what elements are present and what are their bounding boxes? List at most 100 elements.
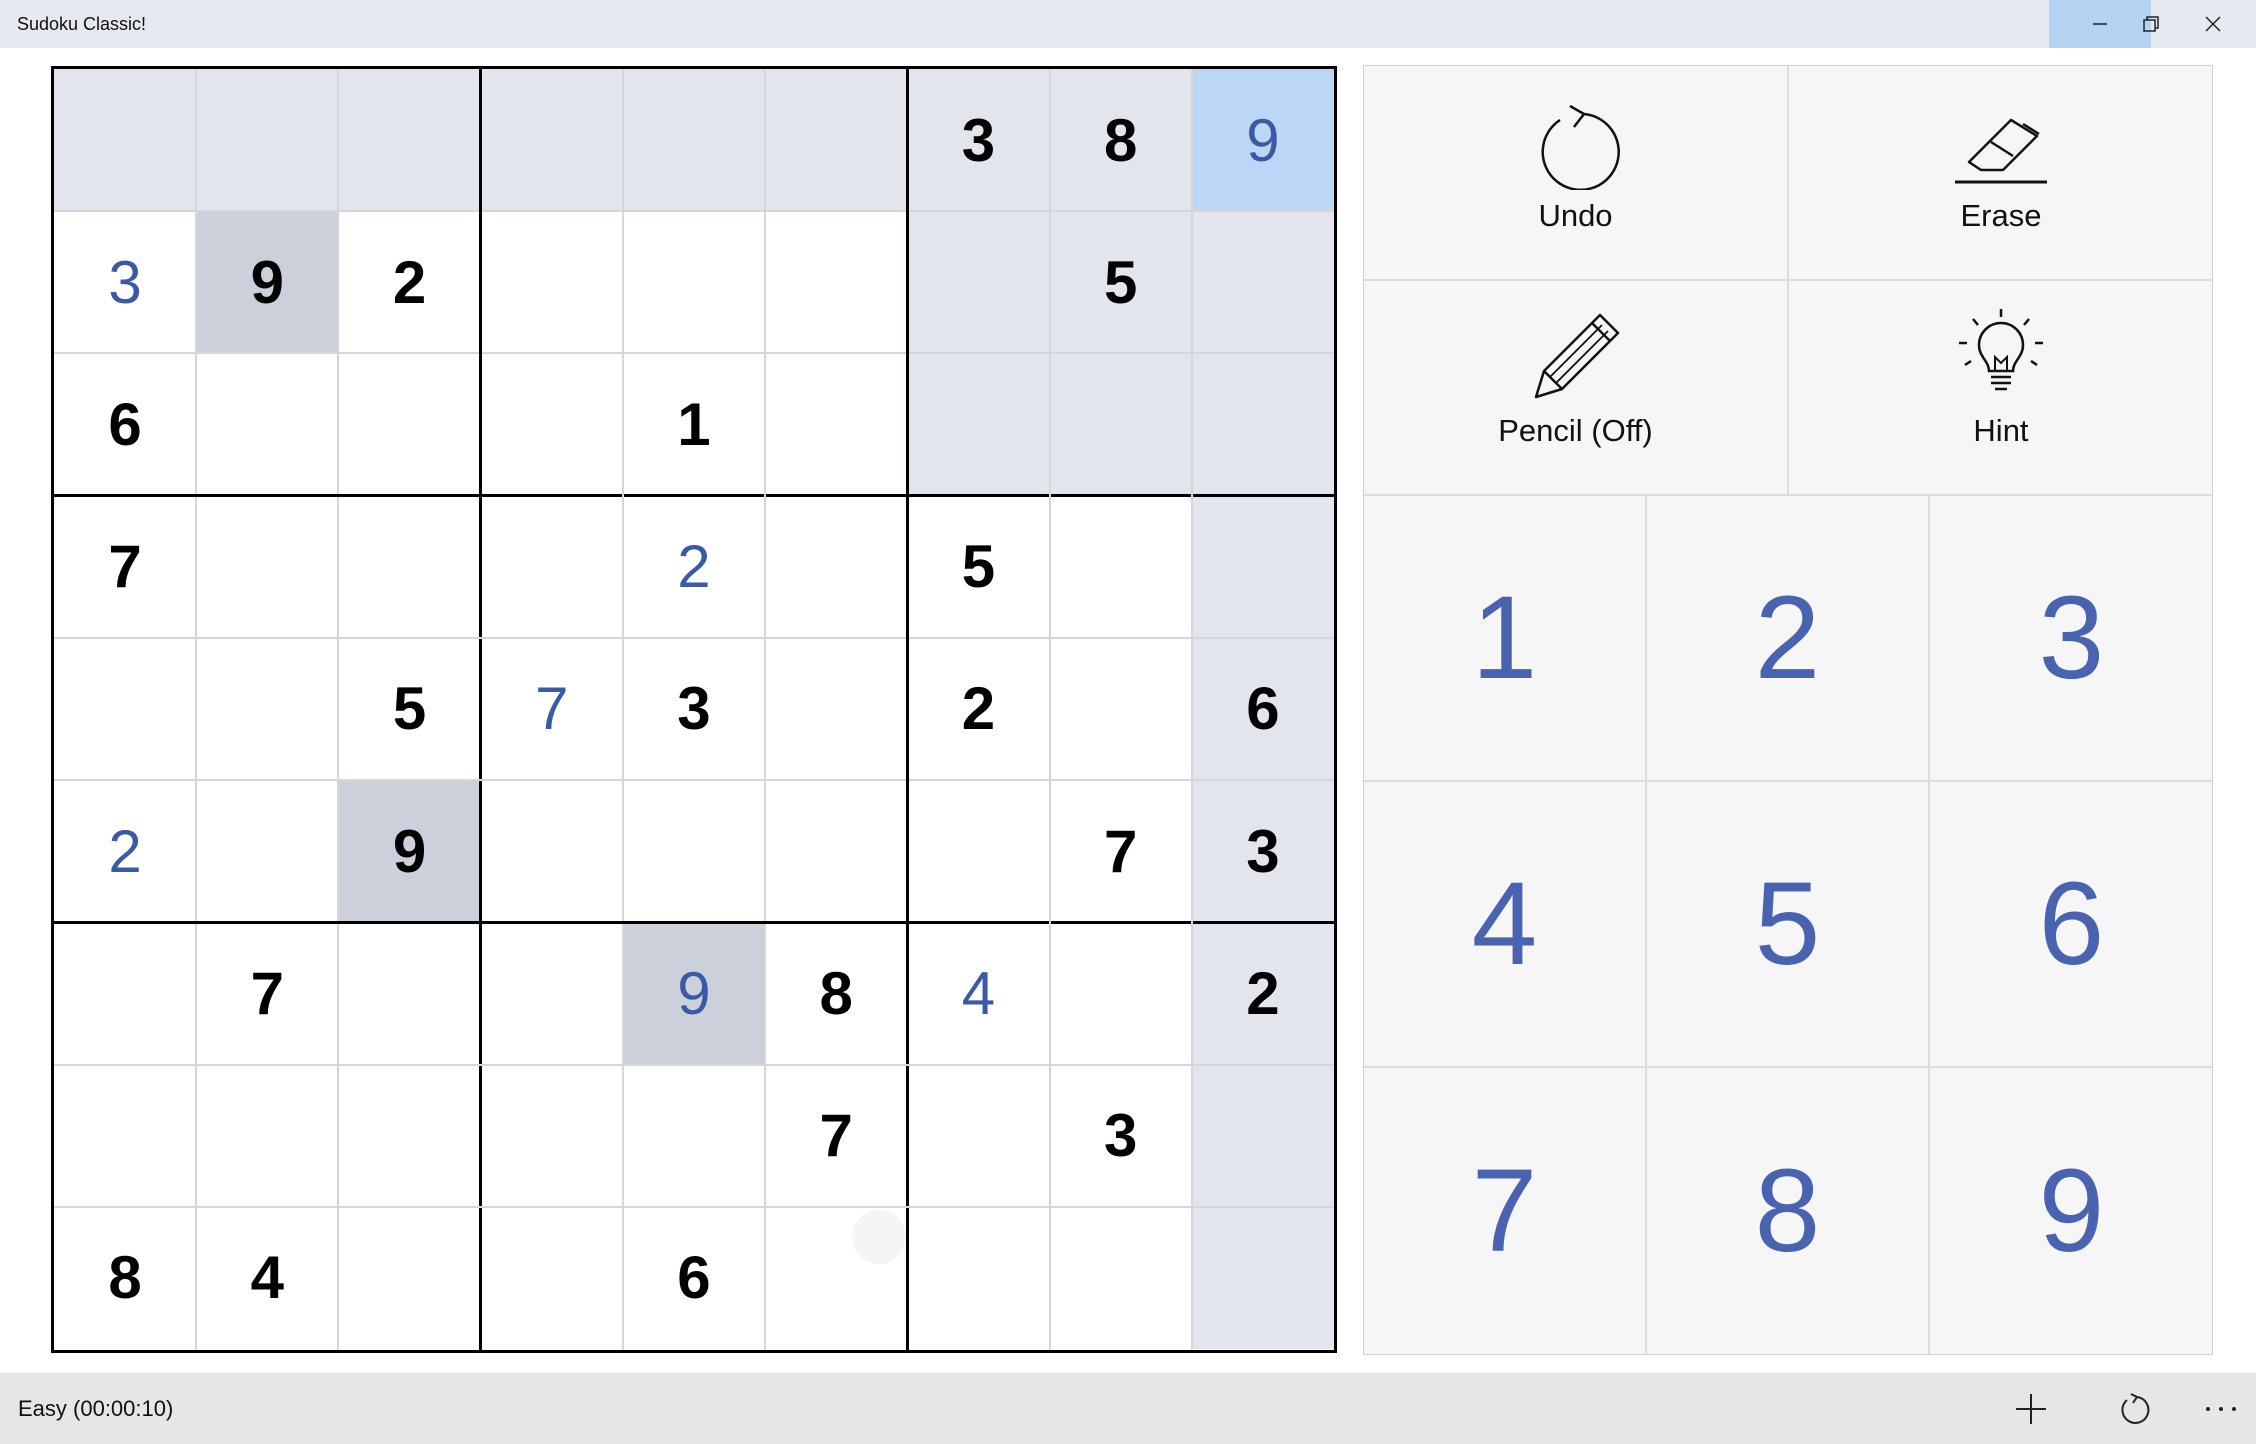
number-button-4[interactable]: 4 (1364, 782, 1647, 1068)
more-options-button[interactable] (2186, 1373, 2256, 1444)
cell-r5-c8[interactable] (1050, 638, 1192, 780)
cell-r1-c5[interactable] (622, 69, 766, 212)
cell-r2-c7[interactable] (907, 211, 1050, 354)
new-game-button[interactable] (1996, 1373, 2066, 1444)
cell-r7-c8[interactable] (1050, 922, 1192, 1064)
cell-r5-c1[interactable] (54, 638, 196, 780)
cell-r3-c8[interactable] (1049, 353, 1192, 496)
cell-r9-c2[interactable]: 4 (196, 1207, 338, 1349)
cell-r3-c9[interactable] (1191, 353, 1334, 496)
cell-r4-c1[interactable]: 7 (54, 496, 196, 638)
cell-r8-c8[interactable]: 3 (1050, 1065, 1192, 1207)
cell-r2-c2[interactable]: 9 (196, 211, 339, 354)
cell-r3-c1[interactable]: 6 (54, 353, 196, 495)
pencil-button[interactable]: Pencil (Off) (1364, 281, 1789, 496)
cell-r6-c2[interactable] (196, 780, 338, 922)
cell-r3-c2[interactable] (196, 353, 338, 495)
grid-line (764, 69, 767, 1350)
cell-r1-c1[interactable] (54, 69, 197, 212)
cell-r5-c2[interactable] (196, 638, 338, 780)
hint-button[interactable]: Hint (1789, 281, 2213, 496)
cell-r9-c1[interactable]: 8 (54, 1207, 196, 1349)
number-button-8[interactable]: 8 (1647, 1068, 1930, 1354)
cell-r6-c1[interactable]: 2 (54, 780, 196, 922)
cell-r9-c9[interactable] (1191, 1206, 1334, 1349)
cell-r1-c2[interactable] (196, 69, 339, 212)
grid-line (54, 779, 1334, 782)
cell-r1-c9[interactable]: 9 (1191, 69, 1334, 212)
cell-r3-c4[interactable] (481, 353, 623, 495)
cell-r4-c3[interactable] (338, 496, 480, 638)
cell-r1-c3[interactable] (338, 69, 481, 212)
cell-r9-c7[interactable] (907, 1207, 1049, 1349)
cell-r9-c5[interactable]: 6 (623, 1207, 765, 1349)
cell-r5-c5[interactable]: 3 (623, 638, 765, 780)
number-button-9[interactable]: 9 (1930, 1068, 2213, 1354)
cell-r9-c4[interactable] (481, 1207, 623, 1349)
cell-r8-c7[interactable] (907, 1065, 1049, 1207)
cell-r3-c3[interactable] (338, 353, 480, 495)
cell-r3-c5[interactable]: 1 (623, 353, 765, 495)
cell-r4-c2[interactable] (196, 496, 338, 638)
cell-r6-c5[interactable] (623, 780, 765, 922)
cell-r5-c9[interactable]: 6 (1191, 637, 1334, 781)
cell-r6-c8[interactable]: 7 (1050, 780, 1192, 922)
cell-r7-c1[interactable] (54, 922, 196, 1064)
cell-r8-c3[interactable] (338, 1065, 480, 1207)
cell-r6-c4[interactable] (481, 780, 623, 922)
cell-r7-c2[interactable]: 7 (196, 922, 338, 1064)
cell-r8-c9[interactable] (1191, 1064, 1334, 1207)
cell-r2-c6[interactable] (765, 211, 907, 353)
cell-r1-c8[interactable]: 8 (1049, 69, 1192, 212)
cell-r8-c5[interactable] (623, 1065, 765, 1207)
cell-r2-c1[interactable]: 3 (54, 211, 196, 353)
number-button-6[interactable]: 6 (1930, 782, 2213, 1068)
cell-r5-c7[interactable]: 2 (907, 638, 1049, 780)
cell-r2-c5[interactable] (623, 211, 765, 353)
number-button-7[interactable]: 7 (1364, 1068, 1647, 1354)
erase-button[interactable]: Erase (1789, 66, 2213, 281)
cell-r3-c6[interactable] (765, 353, 907, 495)
cell-r1-c7[interactable]: 3 (907, 69, 1050, 212)
cell-r2-c4[interactable] (481, 211, 623, 353)
number-button-2[interactable]: 2 (1647, 496, 1930, 782)
close-button[interactable] (2170, 0, 2256, 48)
cell-r5-c4[interactable]: 7 (481, 638, 623, 780)
cell-r4-c4[interactable] (481, 496, 623, 638)
cell-r6-c3[interactable]: 9 (338, 780, 481, 923)
cell-r4-c7[interactable]: 5 (907, 496, 1049, 638)
cell-r6-c6[interactable] (765, 780, 907, 922)
number-button-5[interactable]: 5 (1647, 782, 1930, 1068)
cell-r7-c6[interactable]: 8 (765, 922, 907, 1064)
number-button-3[interactable]: 3 (1930, 496, 2213, 782)
cell-r4-c6[interactable] (765, 496, 907, 638)
cell-r2-c8[interactable]: 5 (1049, 211, 1192, 354)
cell-r9-c3[interactable] (338, 1207, 480, 1349)
cell-r7-c5[interactable]: 9 (622, 922, 766, 1065)
cell-r8-c1[interactable] (54, 1065, 196, 1207)
cell-r8-c6[interactable]: 7 (765, 1065, 907, 1207)
cell-r2-c9[interactable] (1191, 211, 1334, 354)
cell-r4-c8[interactable] (1050, 496, 1192, 638)
cell-r8-c2[interactable] (196, 1065, 338, 1207)
cell-r6-c7[interactable] (907, 780, 1049, 922)
cell-r8-c4[interactable] (481, 1065, 623, 1207)
cell-r1-c6[interactable] (765, 69, 908, 212)
cell-r3-c7[interactable] (907, 353, 1050, 496)
undo-button[interactable]: Undo (1364, 66, 1789, 281)
cell-r4-c5[interactable]: 2 (623, 496, 765, 638)
box-divider (905, 69, 909, 1350)
cell-r7-c3[interactable] (338, 922, 480, 1064)
restart-button[interactable] (2098, 1373, 2168, 1444)
cell-r4-c9[interactable] (1191, 495, 1334, 638)
cell-r2-c3[interactable]: 2 (338, 211, 480, 353)
cell-r5-c6[interactable] (765, 638, 907, 780)
cell-r6-c9[interactable]: 3 (1191, 780, 1334, 923)
cell-r7-c7[interactable]: 4 (907, 922, 1049, 1064)
cell-r7-c9[interactable]: 2 (1191, 922, 1334, 1065)
number-button-1[interactable]: 1 (1364, 496, 1647, 782)
cell-r7-c4[interactable] (481, 922, 623, 1064)
cell-r1-c4[interactable] (480, 69, 623, 212)
cell-r5-c3[interactable]: 5 (338, 638, 480, 780)
cell-r9-c8[interactable] (1050, 1207, 1192, 1349)
